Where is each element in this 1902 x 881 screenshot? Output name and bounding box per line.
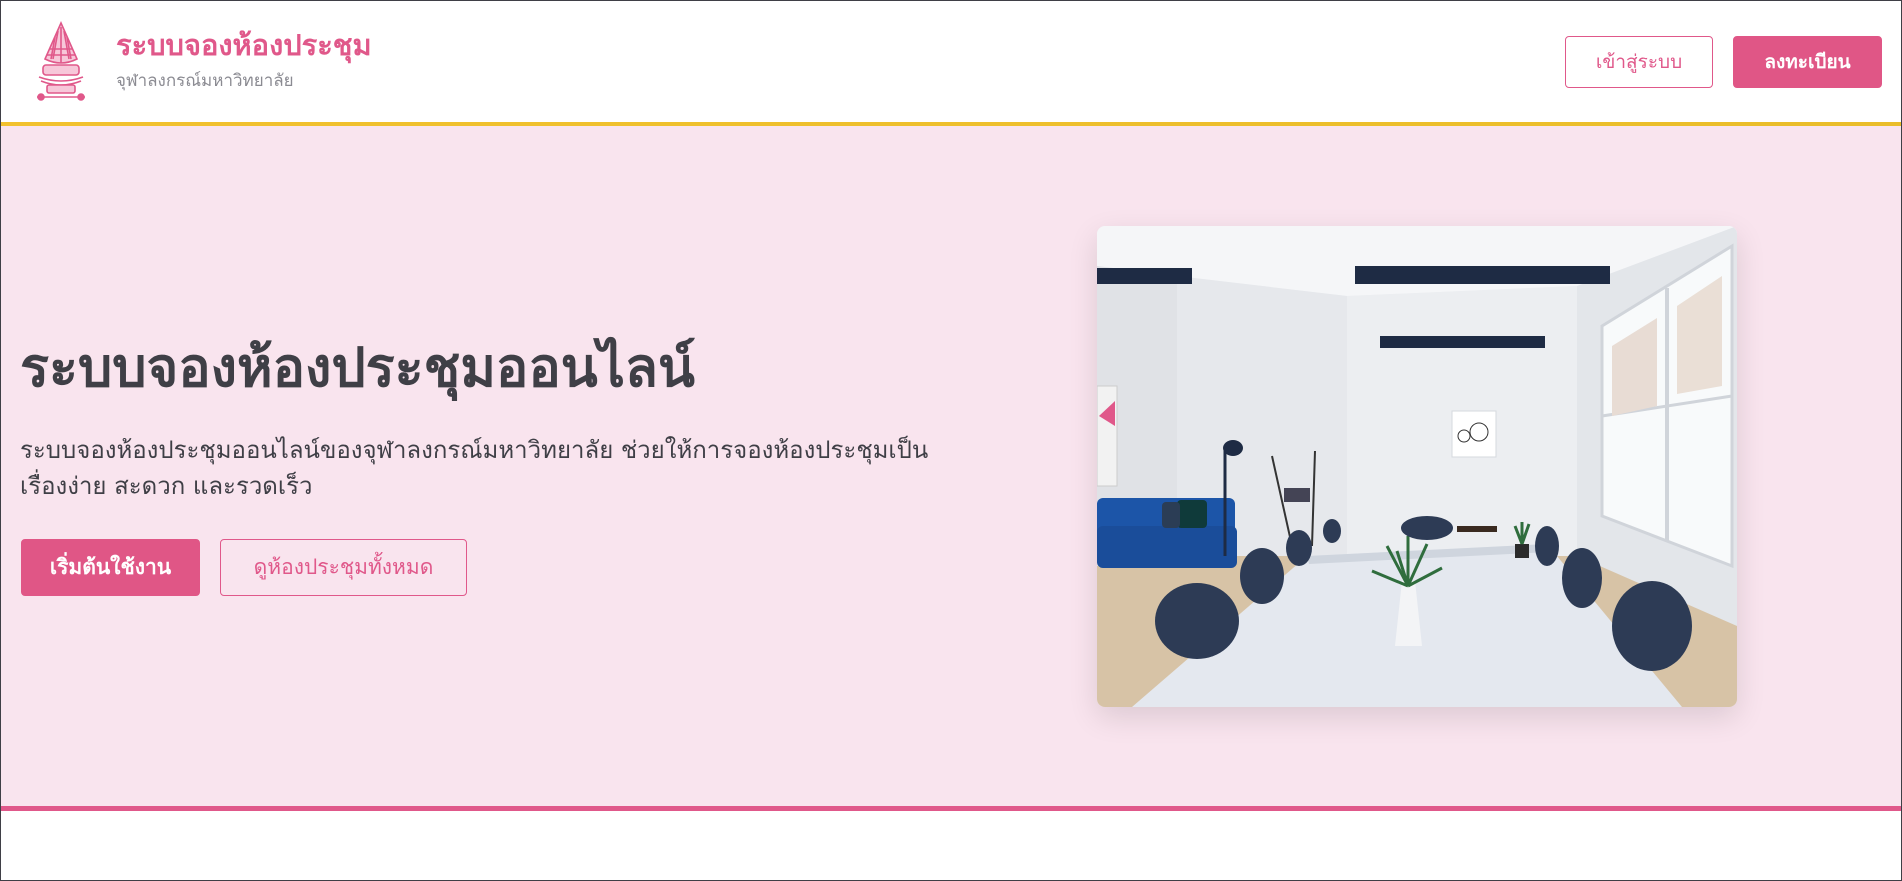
hero-title: ระบบจองห้องประชุมออนไลน์ [20, 336, 695, 399]
top-navbar: ระบบจองห้องประชุม จุฬาลงกรณ์มหาวิทยาลัย … [1, 1, 1901, 123]
login-button[interactable]: เข้าสู่ระบบ [1565, 36, 1713, 88]
register-button[interactable]: ลงทะเบียน [1733, 36, 1882, 88]
meeting-room-photo [1097, 226, 1737, 707]
hero-description: ระบบจองห้องประชุมออนไลน์ของจุฬาลงกรณ์มหา… [20, 436, 929, 500]
page: ระบบจองห้องประชุม จุฬาลงกรณ์มหาวิทยาลัย … [0, 0, 1902, 881]
chula-crest-icon[interactable] [33, 19, 89, 105]
view-all-rooms-button[interactable]: ดูห้องประชุมทั้งหมด [220, 539, 467, 596]
brand-subtitle: จุฬาลงกรณ์มหาวิทยาลัย [116, 71, 294, 91]
brand-title[interactable]: ระบบจองห้องประชุม [116, 31, 372, 60]
hero-section: ระบบจองห้องประชุมออนไลน์ ระบบจองห้องประช… [1, 126, 1901, 806]
get-started-button[interactable]: เริ่มต้นใช้งาน [21, 539, 200, 596]
content-area [1, 811, 1901, 880]
